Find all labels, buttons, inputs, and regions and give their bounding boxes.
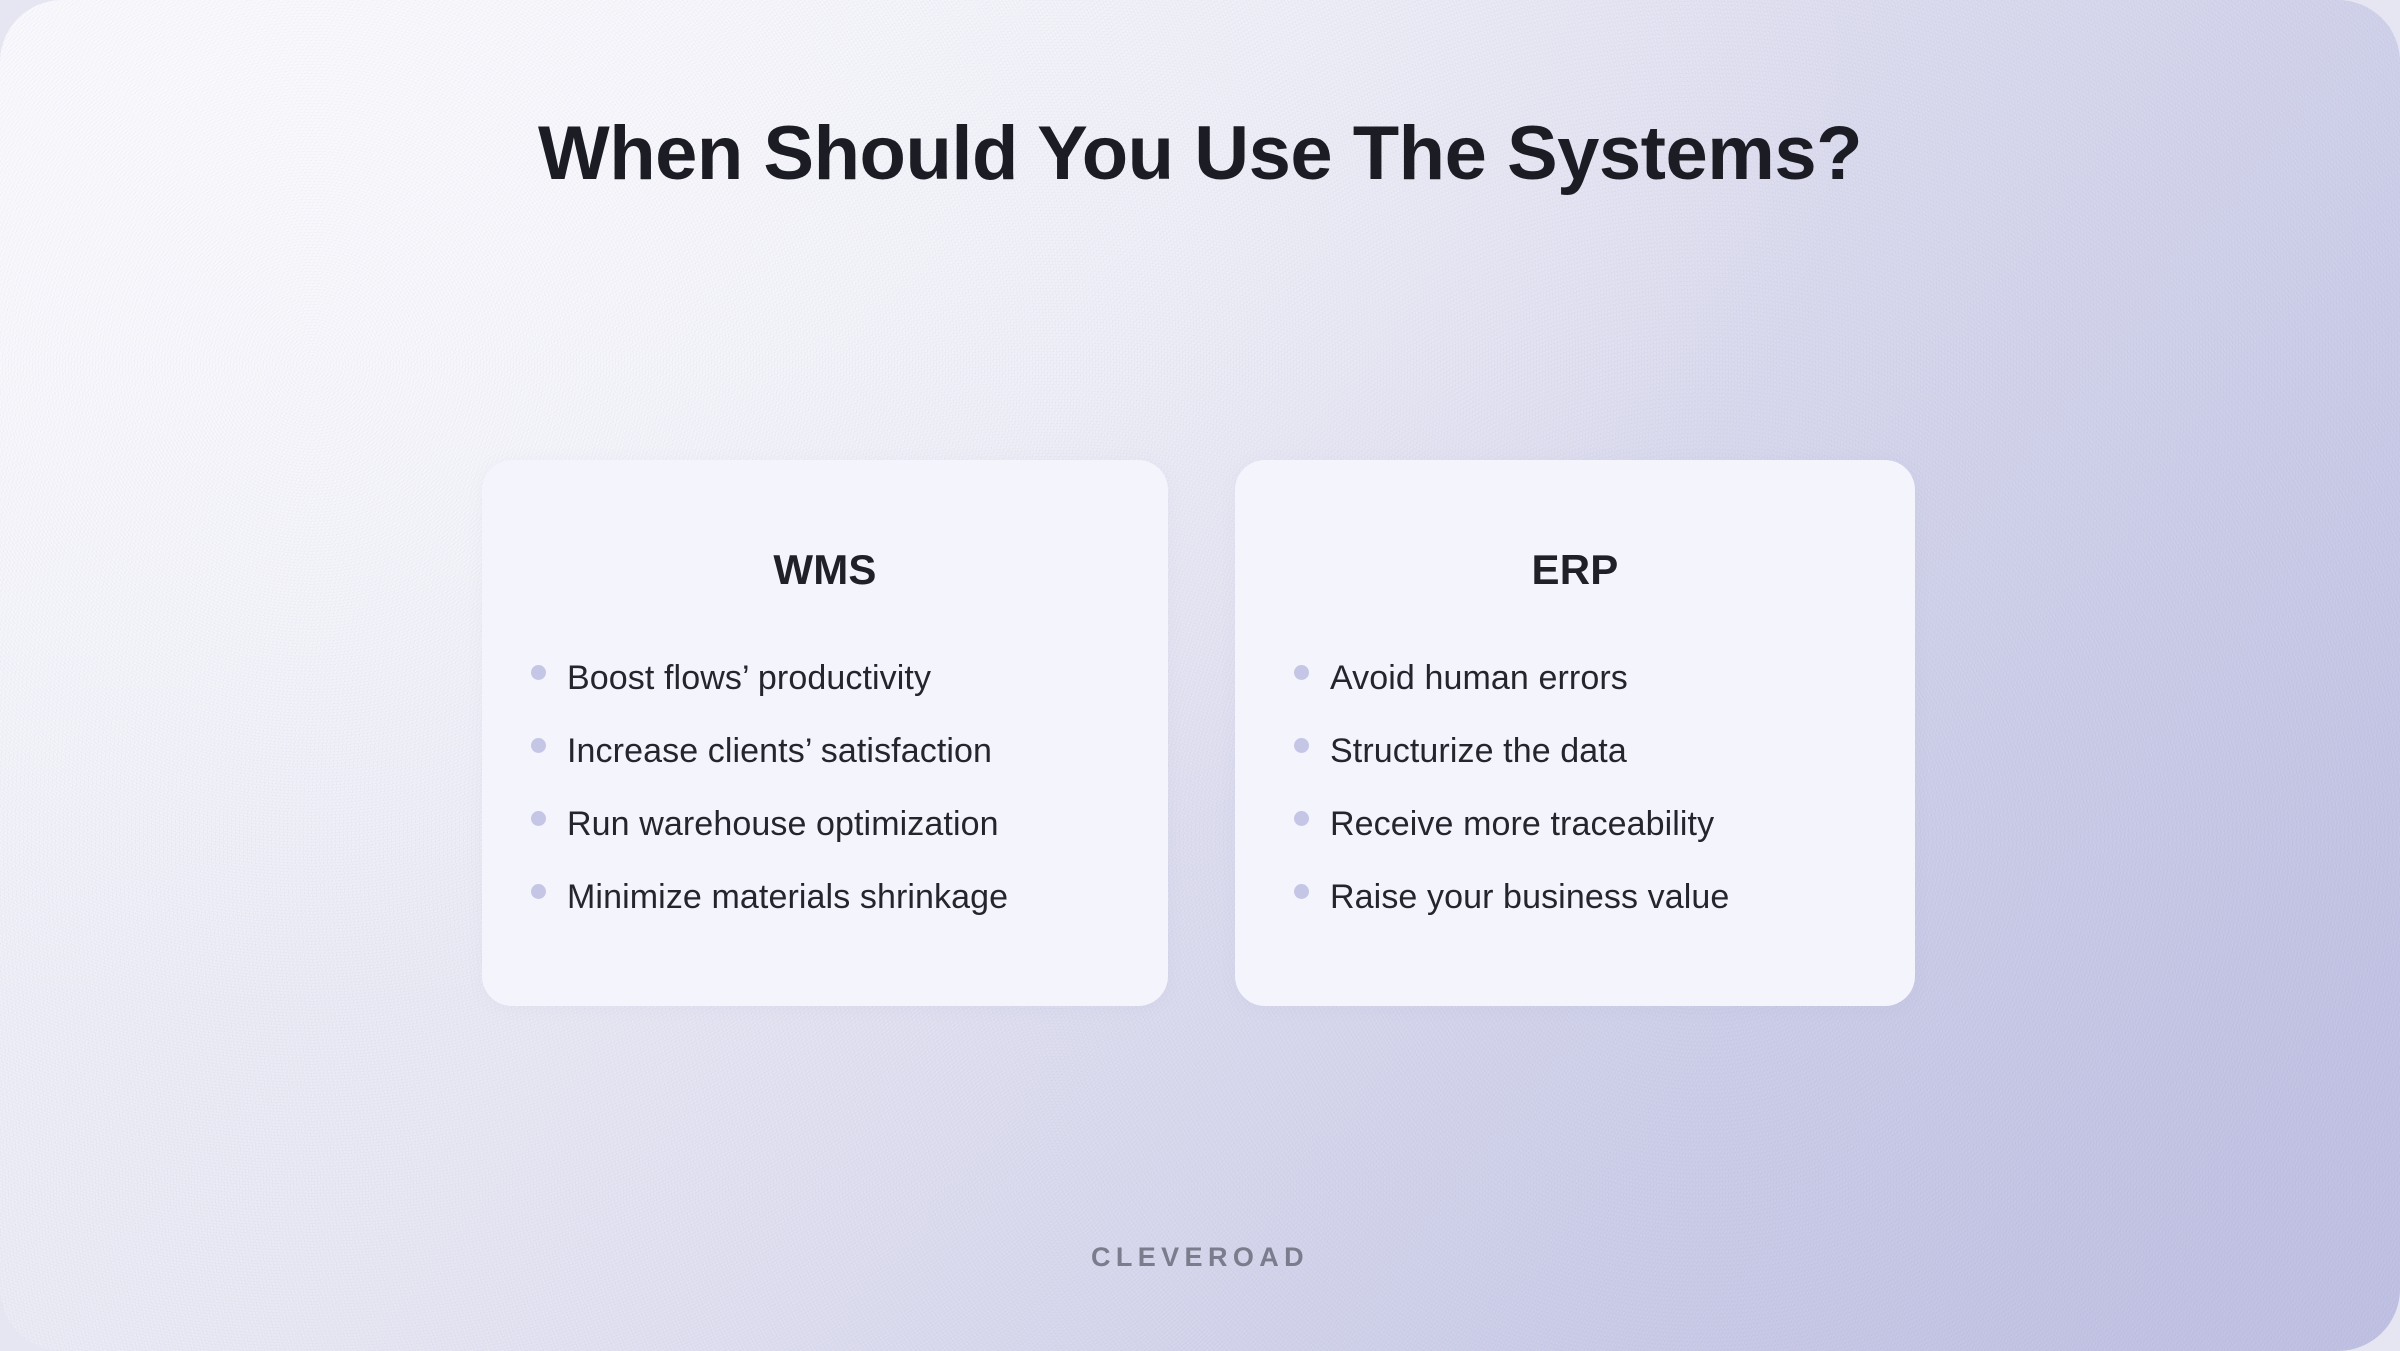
list-item-label: Avoid human errors (1330, 659, 1628, 697)
card-wms: WMS Boost flows’ productivity Increase c… (482, 460, 1168, 1006)
bullet-dot-icon (531, 738, 546, 753)
list-item: Avoid human errors (1294, 658, 1729, 731)
list-item-label: Raise your business value (1330, 878, 1730, 916)
bullet-dot-icon (1294, 884, 1309, 899)
bullet-dot-icon (1294, 811, 1309, 826)
list-item-label: Receive more traceability (1330, 805, 1715, 843)
list-item: Receive more traceability (1294, 804, 1729, 877)
comparison-cards: WMS Boost flows’ productivity Increase c… (482, 460, 1915, 1006)
page-title: When Should You Use The Systems? (537, 111, 1863, 196)
list-item-label: Increase clients’ satisfaction (567, 732, 993, 770)
list-item: Structurize the data (1294, 731, 1729, 804)
list-item: Raise your business value (1294, 877, 1729, 950)
list-item: Boost flows’ productivity (531, 658, 1008, 731)
slide-canvas: When Should You Use The Systems? WMS Boo… (0, 0, 2400, 1351)
card-erp-bullet-list: Avoid human errors Structurize the data … (1294, 658, 1729, 950)
card-erp: ERP Avoid human errors Structurize the d… (1235, 460, 1915, 1006)
list-item-label: Boost flows’ productivity (567, 659, 932, 697)
list-item: Increase clients’ satisfaction (531, 731, 1008, 804)
bullet-dot-icon (1294, 665, 1309, 680)
bullet-dot-icon (531, 665, 546, 680)
brand-logo-text: CLEVEROAD (1090, 1242, 1310, 1272)
list-item: Run warehouse optimization (531, 804, 1008, 877)
list-item: Minimize materials shrinkage (531, 877, 1008, 950)
list-item-label: Structurize the data (1330, 732, 1627, 770)
list-item-label: Run warehouse optimization (567, 805, 999, 843)
card-wms-heading: WMS (773, 546, 877, 593)
bullet-dot-icon (531, 811, 546, 826)
list-item-label: Minimize materials shrinkage (567, 878, 1009, 916)
card-erp-heading: ERP (1531, 546, 1619, 593)
bullet-dot-icon (531, 884, 546, 899)
gradient-panel: When Should You Use The Systems? WMS Boo… (0, 0, 2400, 1351)
bullet-dot-icon (1294, 738, 1309, 753)
card-wms-bullet-list: Boost flows’ productivity Increase clien… (531, 658, 1008, 950)
